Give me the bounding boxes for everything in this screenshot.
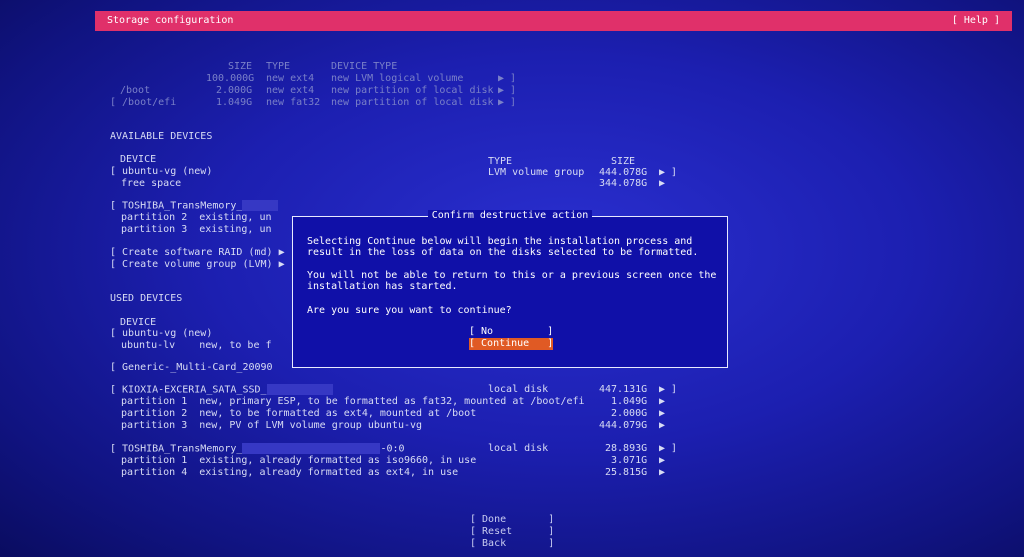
reset-button[interactable]: [ Reset ]: [470, 526, 554, 537]
summary-row-arrow[interactable]: ▶ ]: [498, 73, 516, 85]
summary-row-type: new ext4: [266, 73, 315, 84]
done-button[interactable]: [ Done ]: [470, 514, 554, 525]
device-name: [ KIOXIA-EXCERIA_SATA_SSD_: [110, 384, 267, 396]
summary-row-size: 100.000G: [206, 73, 255, 84]
kioxia-partition-arrow[interactable]: ▶: [659, 408, 665, 420]
used-devices-heading: USED DEVICES: [110, 293, 183, 304]
summary-row-size: 1.049G: [216, 97, 253, 108]
available-vg-type: LVM volume group: [488, 167, 585, 178]
free-space-size: 344.078G: [599, 178, 648, 189]
summary-row-type: new ext4: [266, 85, 315, 96]
used-generic-device[interactable]: [ Generic-_Multi-Card_20090: [110, 362, 273, 374]
create-raid-button[interactable]: [ Create software RAID (md) ▶ ]: [110, 247, 297, 259]
redacted-serial: [242, 200, 279, 211]
kioxia-partition-row[interactable]: partition 3 new, PV of LVM volume group …: [121, 420, 422, 432]
available-partition-2[interactable]: partition 2 existing, un: [121, 212, 272, 224]
summary-devtype-header: DEVICE TYPE: [331, 61, 398, 72]
create-lvm-button[interactable]: [ Create volume group (LVM) ▶ ]: [110, 259, 297, 271]
help-button[interactable]: [ Help ]: [952, 15, 1000, 26]
kioxia-type: local disk: [488, 384, 549, 395]
device-name: [ TOSHIBA_TransMemory_: [110, 443, 243, 455]
free-space-label[interactable]: free space: [121, 178, 181, 190]
available-devices-heading: AVAILABLE DEVICES: [110, 131, 213, 142]
summary-row-mount: [ /boot/efi: [110, 97, 177, 108]
continue-button[interactable]: [ Continue ]: [469, 338, 553, 350]
summary-type-header: TYPE: [266, 61, 291, 72]
used-vg-name[interactable]: [ ubuntu-vg (new): [110, 328, 212, 340]
free-space-arrow[interactable]: ▶: [659, 178, 665, 190]
kioxia-partition-size: 1.049G: [611, 396, 648, 407]
dialog-message-line: Selecting Continue below will begin the …: [307, 236, 693, 247]
confirm-dialog: Confirm destructive action Selecting Con…: [292, 210, 728, 368]
summary-row-size: 2.000G: [216, 85, 253, 96]
kioxia-partition-row[interactable]: partition 2 new, to be formatted as ext4…: [121, 408, 476, 420]
kioxia-partition-row[interactable]: partition 1 new, primary ESP, to be form…: [121, 396, 585, 408]
summary-row-arrow[interactable]: ▶ ]: [498, 97, 516, 109]
redacted-serial: [266, 384, 333, 395]
summary-size-header: SIZE: [228, 61, 253, 72]
toshiba-used-device[interactable]: [ TOSHIBA_TransMemory_ -0:0: [110, 443, 405, 456]
dialog-message-line: result in the loss of data on the disks …: [307, 247, 699, 258]
kioxia-partition-arrow[interactable]: ▶: [659, 420, 665, 432]
kioxia-partition-size: 2.000G: [611, 408, 648, 419]
toshiba-type: local disk: [488, 443, 549, 454]
toshiba-partition-row[interactable]: partition 1 existing, already formatted …: [121, 455, 476, 467]
summary-row-devtype: new LVM logical volume: [331, 73, 464, 84]
available-col-device: DEVICE: [120, 154, 157, 165]
available-partition-3[interactable]: partition 3 existing, un: [121, 224, 272, 236]
redacted-serial: [242, 443, 381, 454]
screen-title: Storage configuration: [107, 15, 234, 26]
available-toshiba-device[interactable]: [ TOSHIBA_TransMemory_: [110, 200, 279, 213]
available-vg-name[interactable]: [ ubuntu-vg (new): [110, 166, 212, 178]
summary-row-devtype: new partition of local disk: [331, 97, 494, 108]
kioxia-partition-arrow[interactable]: ▶: [659, 396, 665, 408]
dialog-message-line: installation has started.: [307, 281, 458, 292]
summary-row-type: new fat32: [266, 97, 321, 108]
no-button[interactable]: [ No ]: [469, 326, 553, 337]
kioxia-size: 447.131G: [599, 384, 648, 395]
toshiba-partition-arrow[interactable]: ▶: [659, 455, 665, 467]
kioxia-partition-size: 444.079G: [599, 420, 648, 431]
kioxia-device[interactable]: [ KIOXIA-EXCERIA_SATA_SSD_: [110, 384, 333, 397]
summary-row-mount: /boot: [120, 85, 151, 96]
toshiba-partition-row[interactable]: partition 4 existing, already formatted …: [121, 467, 458, 479]
toshiba-partition-size: 25.815G: [605, 467, 648, 478]
summary-row-devtype: new partition of local disk: [331, 85, 494, 96]
dialog-message-line: You will not be able to return to this o…: [307, 270, 717, 281]
kioxia-arrow[interactable]: ▶ ]: [659, 384, 677, 396]
dialog-question: Are you sure you want to continue?: [307, 305, 512, 316]
dialog-title: Confirm destructive action: [427, 210, 593, 221]
summary-row-arrow[interactable]: ▶ ]: [498, 85, 516, 97]
header-bar: Storage configuration [ Help ]: [95, 11, 1012, 31]
back-button[interactable]: [ Back ]: [470, 538, 554, 549]
toshiba-partition-size: 3.071G: [611, 455, 648, 466]
device-name: [ TOSHIBA_TransMemory_: [110, 200, 243, 212]
device-suffix: -0:0: [380, 443, 405, 455]
toshiba-arrow[interactable]: ▶ ]: [659, 443, 677, 455]
toshiba-partition-arrow[interactable]: ▶: [659, 467, 665, 479]
toshiba-size: 28.893G: [605, 443, 648, 454]
used-lv-row[interactable]: ubuntu-lv new, to be f: [121, 340, 272, 352]
dialog-title-wrap: Confirm destructive action: [293, 210, 727, 221]
